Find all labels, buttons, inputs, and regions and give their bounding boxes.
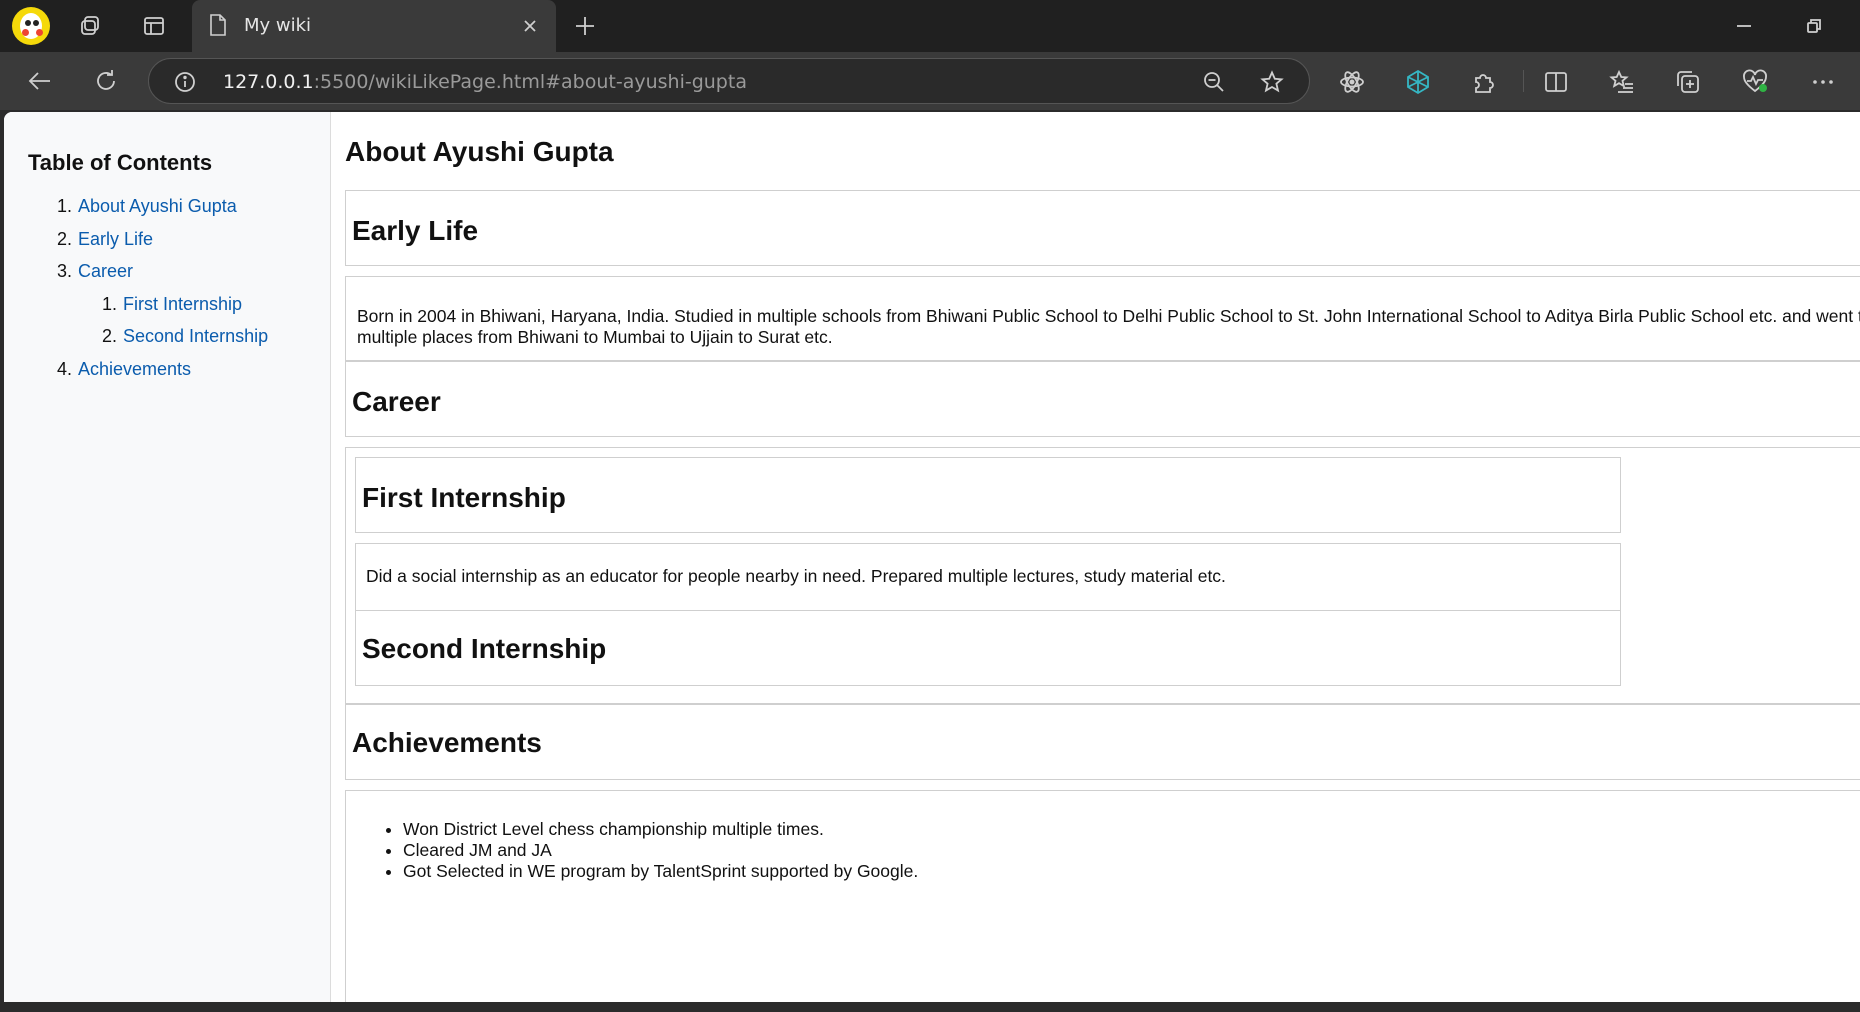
favorites-list-icon[interactable] bbox=[1608, 68, 1636, 96]
vertical-tabs-icon[interactable] bbox=[140, 12, 168, 40]
tab-strip: My wiki bbox=[0, 0, 1860, 52]
window-bottom-edge bbox=[0, 1002, 1860, 1012]
browser-toolbar: 127.0.0.1:5500/wikiLikePage.html#about-a… bbox=[0, 52, 1860, 110]
zoom-out-icon[interactable] bbox=[1201, 69, 1227, 95]
toc-item: 4. Achievements bbox=[56, 358, 192, 379]
career-body: First Internship Did a social internship… bbox=[345, 447, 1860, 704]
early-life-heading: Early Life bbox=[352, 215, 479, 246]
more-options-icon[interactable] bbox=[1808, 68, 1838, 96]
page-icon bbox=[208, 13, 228, 42]
back-icon[interactable] bbox=[24, 66, 56, 96]
site-info-icon[interactable] bbox=[173, 70, 197, 94]
list-item: Got Selected in WE program by TalentSpri… bbox=[403, 861, 918, 882]
first-internship-heading: First Internship bbox=[362, 482, 566, 513]
early-life-body: Born in 2004 in Bhiwani, Haryana, India.… bbox=[345, 276, 1860, 362]
first-internship-body: Did a social internship as an educator f… bbox=[355, 543, 1621, 611]
early-life-header: Early Life bbox=[345, 190, 1860, 266]
favorite-star-icon[interactable] bbox=[1259, 69, 1285, 95]
career-header: Career bbox=[345, 361, 1860, 437]
browser-health-icon[interactable] bbox=[1740, 68, 1770, 96]
minimize-icon[interactable] bbox=[1730, 12, 1758, 40]
collections-icon[interactable] bbox=[1674, 68, 1702, 96]
refresh-icon[interactable] bbox=[90, 66, 122, 96]
toc-item: 1. First Internship bbox=[101, 293, 243, 314]
page-title: About Ayushi Gupta bbox=[345, 136, 614, 167]
early-life-text: Born in 2004 in Bhiwani, Haryana, India.… bbox=[357, 306, 1860, 347]
tab-title: My wiki bbox=[244, 15, 312, 36]
restore-icon[interactable] bbox=[1800, 12, 1828, 40]
split-screen-icon[interactable] bbox=[1542, 68, 1570, 96]
toc-item: 2. Early Life bbox=[56, 228, 154, 249]
url-text: 127.0.0.1:5500/wikiLikePage.html#about-a… bbox=[223, 71, 747, 93]
workspaces-icon[interactable] bbox=[76, 12, 104, 40]
extension-net-icon[interactable] bbox=[1404, 68, 1432, 96]
second-internship-heading: Second Internship bbox=[362, 633, 607, 664]
toc-link-second-internship[interactable]: Second Internship bbox=[123, 326, 268, 346]
career-heading: Career bbox=[352, 386, 441, 417]
first-internship-text: Did a social internship as an educator f… bbox=[366, 566, 1226, 586]
new-tab-icon[interactable] bbox=[570, 12, 600, 40]
article-content: About Ayushi Gupta Early Life Born in 20… bbox=[341, 112, 1860, 1002]
achievements-header: Achievements bbox=[345, 704, 1860, 780]
toc-link-about[interactable]: About Ayushi Gupta bbox=[78, 196, 237, 216]
page-viewport: Table of Contents 1. About Ayushi Gupta 2… bbox=[4, 112, 1860, 1002]
toc-item: 2. Second Internship bbox=[101, 326, 269, 346]
react-devtools-icon[interactable] bbox=[1338, 68, 1366, 96]
achievements-heading: Achievements bbox=[352, 727, 542, 758]
list-item: Cleared JM and JA bbox=[403, 840, 918, 861]
toc-item: 1. About Ayushi Gupta bbox=[56, 196, 237, 216]
toc-link-early-life[interactable]: Early Life bbox=[78, 229, 153, 249]
achievements-list: Won District Level chess championship mu… bbox=[346, 819, 918, 882]
table-of-contents: Table of Contents 1. About Ayushi Gupta 2… bbox=[4, 112, 331, 1002]
list-item: Won District Level chess championship mu… bbox=[403, 819, 918, 840]
extensions-puzzle-icon[interactable] bbox=[1470, 68, 1498, 96]
address-bar[interactable]: 127.0.0.1:5500/wikiLikePage.html#about-a… bbox=[148, 58, 1310, 104]
active-tab[interactable]: My wiki bbox=[192, 0, 556, 52]
toolbar-separator bbox=[1523, 70, 1524, 92]
toc-link-career[interactable]: Career bbox=[78, 261, 133, 281]
profile-avatar[interactable] bbox=[12, 7, 50, 45]
toc-link-first-internship[interactable]: First Internship bbox=[123, 294, 242, 314]
first-internship-header: First Internship bbox=[355, 457, 1621, 533]
achievements-body: Won District Level chess championship mu… bbox=[345, 790, 1860, 1002]
toc-link-achievements[interactable]: Achievements bbox=[78, 359, 191, 379]
toc-heading: Table of Contents bbox=[28, 150, 213, 175]
second-internship-header: Second Internship bbox=[355, 610, 1621, 686]
close-tab-icon[interactable] bbox=[516, 12, 544, 40]
toc-item: 3. Career bbox=[56, 261, 134, 281]
